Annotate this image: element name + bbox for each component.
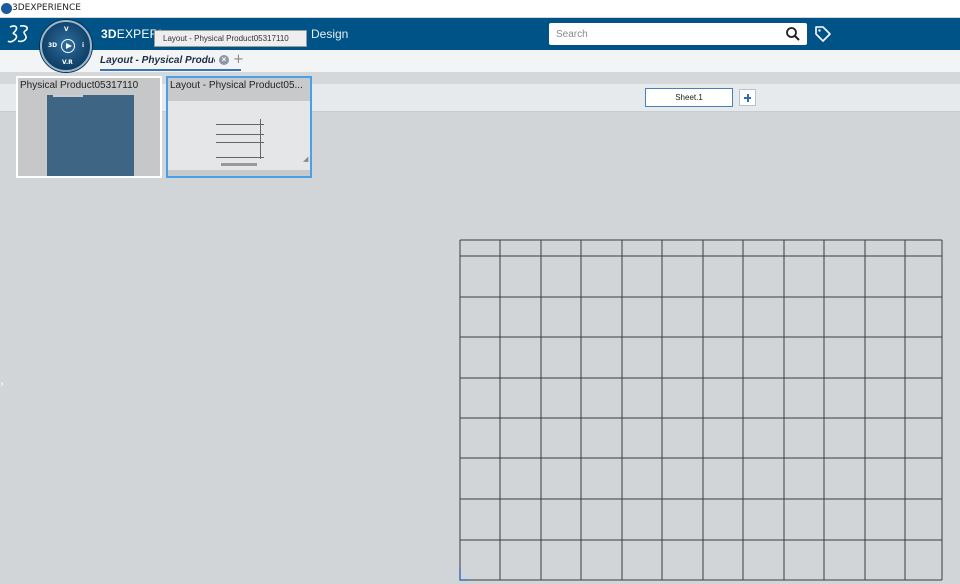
tab-tooltip: Layout - Physical Product05317110: [154, 30, 307, 47]
drawing-grid: [459, 239, 943, 581]
compass-top-label[interactable]: V: [64, 26, 69, 33]
compass-widget[interactable]: V 3D i V.R: [40, 20, 92, 72]
drawing-sheet[interactable]: [0, 0, 960, 584]
compass-left-label[interactable]: 3D: [48, 42, 57, 49]
play-icon[interactable]: [61, 39, 75, 53]
compass-right-label[interactable]: i: [82, 42, 84, 49]
compass-bottom-label[interactable]: V.R: [62, 59, 73, 66]
origin-marker: [459, 568, 470, 581]
